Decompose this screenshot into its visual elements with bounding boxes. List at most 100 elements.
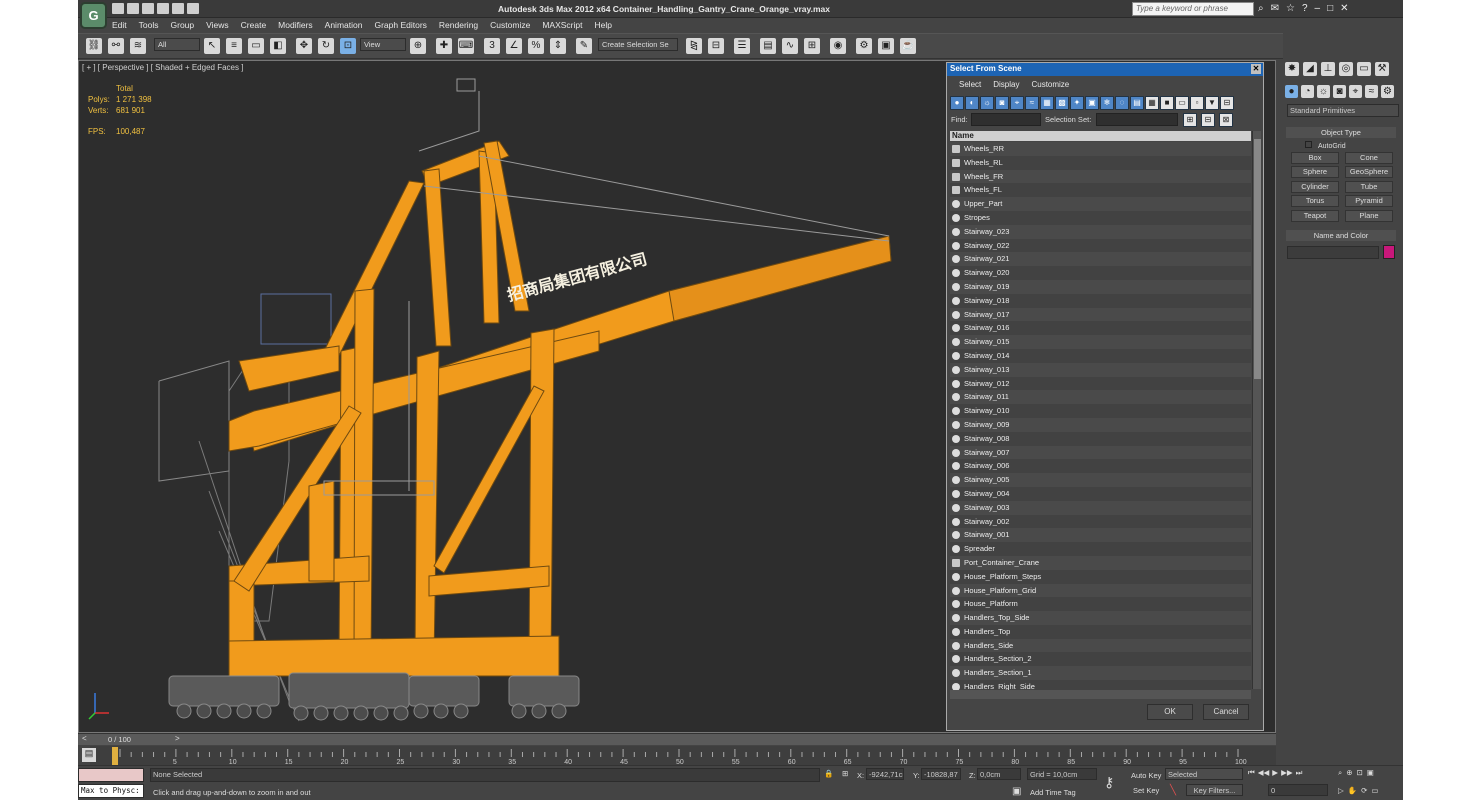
key-filters-button[interactable]: Key Filters... <box>1186 784 1243 796</box>
orbit-icon[interactable]: ⟳ <box>1361 786 1367 795</box>
dialog-menu-select[interactable]: Select <box>959 80 981 89</box>
scene-object-row[interactable]: Stairway_016 <box>950 321 1251 336</box>
scene-object-row[interactable]: Upper_Part <box>950 197 1251 211</box>
menu-group[interactable]: Group <box>165 18 201 32</box>
display-groups-icon[interactable]: ▦ <box>1040 96 1054 110</box>
scale-icon[interactable]: ⊡ <box>340 38 356 54</box>
align-icon[interactable]: ⊟ <box>708 38 724 54</box>
help-icon[interactable]: ? <box>1302 3 1308 14</box>
cancel-button[interactable]: Cancel <box>1203 704 1249 720</box>
lights-icon[interactable]: ☼ <box>1317 85 1330 98</box>
modify-tab-icon[interactable]: ◢ <box>1303 62 1317 76</box>
scene-object-row[interactable]: Stairway_009 <box>950 417 1251 432</box>
object-color-swatch[interactable] <box>1383 245 1395 259</box>
scene-object-row[interactable]: Stairway_020 <box>950 266 1251 280</box>
menu-create[interactable]: Create <box>235 18 273 32</box>
select-dependents-icon[interactable]: ⊞ <box>1183 113 1197 127</box>
list-vertical-scrollbar[interactable] <box>1252 131 1261 689</box>
scene-object-row[interactable]: Handlers_Top <box>950 624 1251 639</box>
time-prev-icon[interactable]: < <box>82 734 87 743</box>
selection-set-dropdown[interactable] <box>1096 113 1178 126</box>
lock-selection-icon[interactable]: 🔒 <box>824 769 833 778</box>
redo-icon[interactable] <box>172 3 184 14</box>
display-cameras-icon[interactable]: ◙ <box>995 96 1009 110</box>
scrollbar-thumb[interactable] <box>1254 139 1261 379</box>
display-containers-icon[interactable]: ▣ <box>1085 96 1099 110</box>
time-next-icon[interactable]: > <box>175 734 180 743</box>
next-frame-icon[interactable]: ▶▶ <box>1281 768 1293 778</box>
y-coordinate-field[interactable]: -10828,87 <box>921 768 961 780</box>
name-column-header[interactable]: Name <box>950 131 1251 141</box>
menu-maxscript[interactable]: MAXScript <box>536 18 588 32</box>
dialog-close-icon[interactable]: ✕ <box>1251 64 1261 74</box>
move-icon[interactable]: ✥ <box>296 38 312 54</box>
named-selection-dropdown[interactable]: Create Selection Se <box>598 38 678 51</box>
display-helpers-icon[interactable]: ⌖ <box>1010 96 1024 110</box>
time-slider[interactable]: < 0 / 100 > <box>78 733 1276 745</box>
display-hidden-icon[interactable]: ◌ <box>1115 96 1129 110</box>
ok-button[interactable]: OK <box>1147 704 1193 720</box>
scene-object-row[interactable]: Wheels_RR <box>950 142 1251 156</box>
scene-object-row[interactable]: Stairway_006 <box>950 459 1251 474</box>
utilities-tab-icon[interactable]: ⚒ <box>1375 62 1389 76</box>
add-time-tag-button[interactable]: Add Time Tag <box>1030 788 1076 797</box>
scene-object-row[interactable]: House_Platform <box>950 597 1251 612</box>
rotate-icon[interactable]: ↻ <box>318 38 334 54</box>
hierarchy-tab-icon[interactable]: ⊥ <box>1321 62 1335 76</box>
display-tab-icon[interactable]: ▭ <box>1357 62 1371 76</box>
object-name-input[interactable] <box>1287 246 1379 259</box>
display-frozen-icon[interactable]: ❄ <box>1100 96 1114 110</box>
name-and-color-rollout[interactable]: Name and Color <box>1286 230 1396 241</box>
layer-manager-icon[interactable]: ☰ <box>734 38 750 54</box>
object-type-rollout[interactable]: Object Type <box>1286 127 1396 138</box>
selection-filter-dropdown[interactable]: All <box>154 38 200 51</box>
shapes-icon[interactable]: ◔ <box>1301 85 1314 98</box>
maximize-icon[interactable]: □ <box>1327 3 1333 14</box>
bind-space-warp-icon[interactable]: ≋ <box>130 38 146 54</box>
maxscript-listener-input[interactable] <box>78 768 144 782</box>
reference-coordinate-dropdown[interactable]: View <box>360 38 406 51</box>
scene-object-row[interactable]: Stairway_019 <box>950 279 1251 294</box>
scene-object-row[interactable]: Spreader <box>950 542 1251 556</box>
menu-help[interactable]: Help <box>588 18 617 32</box>
save-file-icon[interactable] <box>142 3 154 14</box>
scene-object-row[interactable]: Stairway_003 <box>950 500 1251 515</box>
scene-object-row[interactable]: Stairway_005 <box>950 473 1251 487</box>
min-max-toggle-icon[interactable]: ▭ <box>1371 786 1378 795</box>
display-lights-icon[interactable]: ☼ <box>980 96 994 110</box>
maximize-viewport-icon[interactable]: ▣ <box>1367 768 1374 778</box>
display-geometry-icon[interactable]: ● <box>950 96 964 110</box>
app-logo[interactable]: G <box>80 2 107 29</box>
keyboard-shortcut-icon[interactable]: ⌨ <box>458 38 474 54</box>
communication-icon[interactable]: ✉ <box>1271 3 1279 14</box>
spinner-snap-icon[interactable]: ⇕ <box>550 38 566 54</box>
plane-button[interactable]: Plane <box>1345 210 1393 222</box>
find-input[interactable] <box>971 113 1041 126</box>
minimize-icon[interactable]: – <box>1315 3 1321 14</box>
field-of-view-icon[interactable]: ▷ <box>1338 786 1344 795</box>
space-warps-icon[interactable]: ≈ <box>1365 85 1378 98</box>
menu-views[interactable]: Views <box>200 18 235 32</box>
menu-graph-editors[interactable]: Graph Editors <box>368 18 432 32</box>
curve-editor-icon[interactable]: ∿ <box>782 38 798 54</box>
scene-object-row[interactable]: Stropes <box>950 210 1251 225</box>
set-key-mode-icon[interactable]: ⚷ <box>1104 774 1114 791</box>
track-bar[interactable]: 5 10 15 20 25 30 35 40 45 50 55 60 65 70 75 80 85 90 95 100 <box>90 746 1276 766</box>
prev-frame-icon[interactable]: ◀◀ <box>1258 768 1270 778</box>
set-key-button[interactable]: Set Key <box>1133 786 1159 795</box>
pyramid-button[interactable]: Pyramid <box>1345 195 1393 207</box>
new-file-icon[interactable] <box>112 3 124 14</box>
select-by-name-icon[interactable]: ≡ <box>226 38 242 54</box>
select-influences-icon[interactable]: ⊠ <box>1219 113 1233 127</box>
scene-object-row[interactable]: Stairway_022 <box>950 238 1251 253</box>
geometry-icon[interactable]: ● <box>1285 85 1298 98</box>
scene-object-row[interactable]: Wheels_FR <box>950 169 1251 184</box>
filter-icon[interactable]: ▼ <box>1205 96 1219 110</box>
helpers-icon[interactable]: ⌖ <box>1349 85 1362 98</box>
zoom-extents-icon[interactable]: ⊡ <box>1357 768 1363 778</box>
menu-animation[interactable]: Animation <box>319 18 369 32</box>
project-folder-icon[interactable] <box>187 3 199 14</box>
primitive-type-dropdown[interactable]: Standard Primitives <box>1287 104 1399 117</box>
scene-object-row[interactable]: House_Platform_Grid <box>950 583 1251 598</box>
snaps-toggle-icon[interactable]: 3 <box>484 38 500 54</box>
